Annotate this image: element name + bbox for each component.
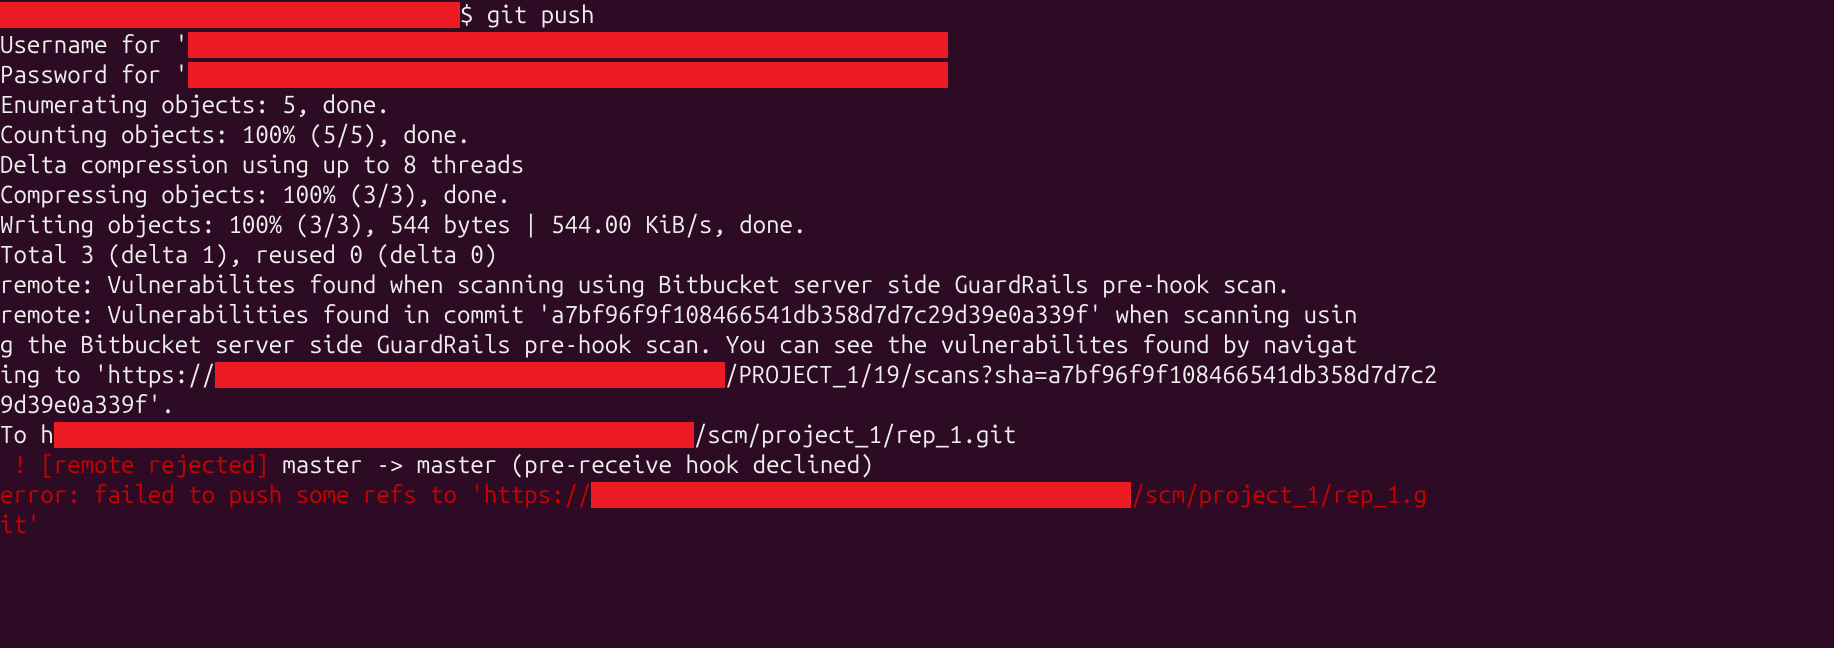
password-line: Password for ': [0, 60, 1834, 90]
error-line-1: error: failed to push some refs to 'http…: [0, 480, 1834, 510]
username-label: Username for ': [0, 31, 188, 58]
remote-line-2b: g the Bitbucket server side GuardRails p…: [0, 330, 1834, 360]
remote-line-2e: 9d39e0a339f'.: [0, 390, 1834, 420]
total-line: Total 3 (delta 1), reused 0 (delta 0): [0, 240, 1834, 270]
remote-line-2c: ing to 'https:// /PROJECT_1/19/scans?sha…: [0, 360, 1834, 390]
prompt-symbol: $: [460, 1, 487, 28]
error-suffix-1: /scm/project_1/rep_1.g: [1131, 481, 1427, 508]
remote-url-prefix: ing to 'https://: [0, 361, 215, 388]
error-line-2: it': [0, 510, 1834, 540]
delta-compression-line: Delta compression using up to 8 threads: [0, 150, 1834, 180]
redacted-username: [188, 32, 948, 58]
password-label: Password for ': [0, 61, 188, 88]
remote-url-suffix: /PROJECT_1/19/scans?sha=a7bf96f9f1084665…: [725, 361, 1437, 388]
error-prefix: error: failed to push some refs to 'http…: [0, 481, 591, 508]
rejected-line: ! [remote rejected] master -> master (pr…: [0, 450, 1834, 480]
rejected-prefix: ! [remote rejected]: [0, 451, 282, 478]
redacted-prompt-path: [0, 2, 460, 28]
redacted-error-url: [591, 482, 1131, 508]
rejected-suffix: master -> master (pre-receive hook decli…: [282, 451, 873, 478]
git-command: git push: [487, 1, 595, 28]
to-suffix: /scm/project_1/rep_1.git: [694, 421, 1017, 448]
to-line: To h /scm/project_1/rep_1.git: [0, 420, 1834, 450]
username-line: Username for ': [0, 30, 1834, 60]
enumerating-line: Enumerating objects: 5, done.: [0, 90, 1834, 120]
redacted-to-url: [54, 422, 694, 448]
terminal-output: $ git push Username for ' Password for '…: [0, 0, 1834, 540]
command-line: $ git push: [0, 0, 1834, 30]
redacted-url: [215, 362, 725, 388]
to-prefix: To h: [0, 421, 54, 448]
counting-line: Counting objects: 100% (5/5), done.: [0, 120, 1834, 150]
compressing-line: Compressing objects: 100% (3/3), done.: [0, 180, 1834, 210]
remote-line-2a: remote: Vulnerabilities found in commit …: [0, 300, 1834, 330]
writing-line: Writing objects: 100% (3/3), 544 bytes |…: [0, 210, 1834, 240]
redacted-password: [188, 62, 948, 88]
remote-line-1: remote: Vulnerabilites found when scanni…: [0, 270, 1834, 300]
